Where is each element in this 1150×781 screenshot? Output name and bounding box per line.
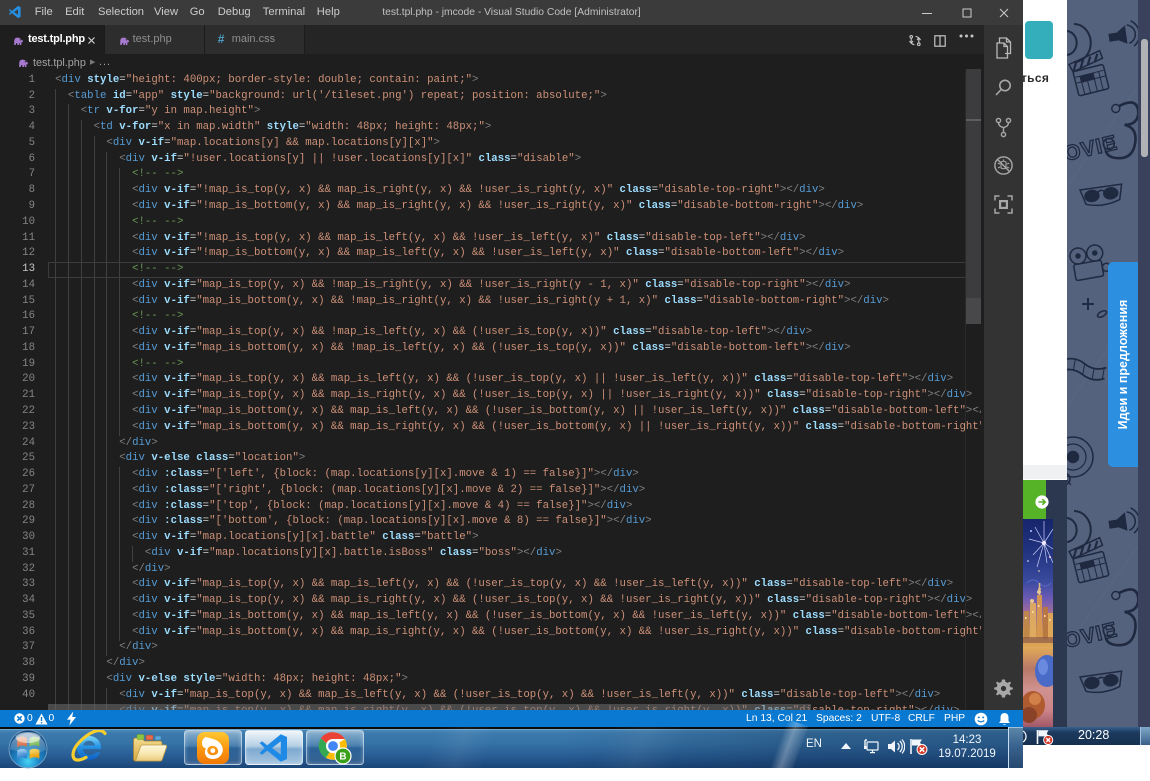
svg-text:B: B	[339, 752, 346, 763]
